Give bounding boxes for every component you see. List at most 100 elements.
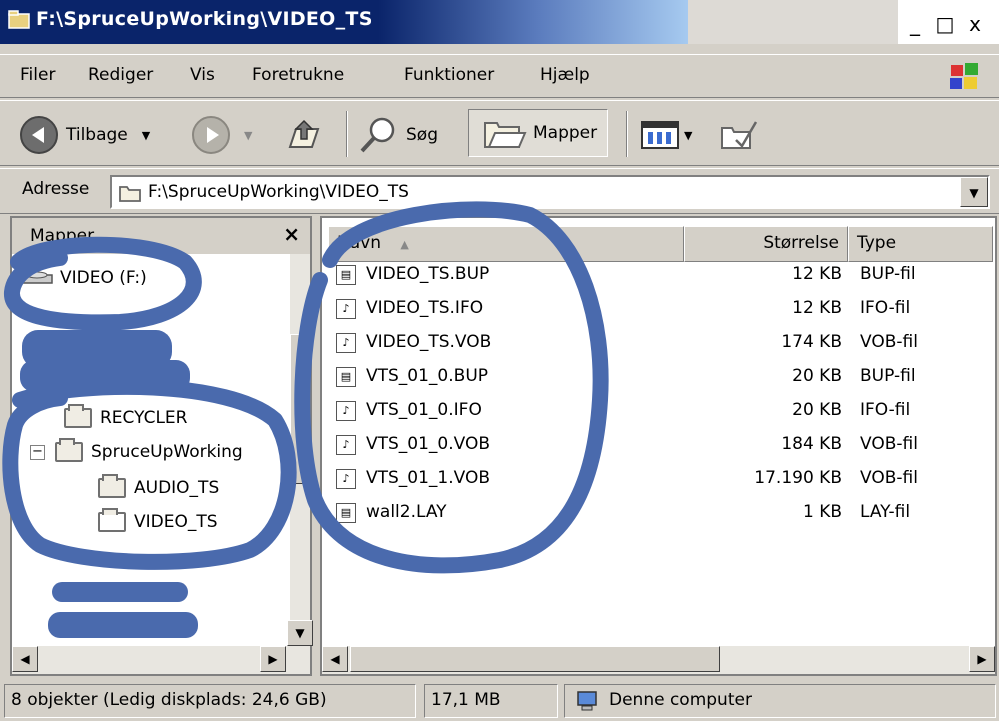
chevron-down-icon[interactable]: ▼ xyxy=(684,129,692,142)
windows-logo-icon xyxy=(950,63,978,89)
file-size: 12 KB xyxy=(792,264,842,284)
file-size: 184 KB xyxy=(781,434,842,454)
tree-item-label: AUDIO_TS xyxy=(134,478,220,498)
scrollbar-thumb[interactable] xyxy=(290,334,310,484)
folder-check-icon xyxy=(721,121,758,149)
file-row[interactable]: ♪ VTS_01_1.VOB 17.190 KB VOB-fil xyxy=(332,462,982,496)
file-type: BUP-fil xyxy=(860,264,916,284)
menu-funktioner[interactable]: Funktioner xyxy=(404,65,494,85)
folder-window-icon xyxy=(8,10,30,29)
folders-button[interactable]: Mapper xyxy=(468,109,609,157)
file-row[interactable]: ♪ VTS_01_0.IFO 20 KB IFO-fil xyxy=(332,394,982,428)
status-bar: 8 objekter (Ledig diskplads: 24,6 GB) 17… xyxy=(0,680,999,721)
toolbar-separator xyxy=(626,111,628,157)
tree-item-recycler[interactable]: RECYCLER xyxy=(64,404,187,428)
scroll-down-arrow[interactable]: ▼ xyxy=(287,620,313,646)
maximize-button[interactable]: □ xyxy=(931,12,961,36)
file-row[interactable]: ▤ wall2.LAY 1 KB LAY-fil xyxy=(332,496,982,530)
folders-pane-title: Mapper xyxy=(30,226,95,246)
window-title: F:\SpruceUpWorking\VIDEO_TS xyxy=(36,8,373,30)
collapse-toggle[interactable]: − xyxy=(30,444,45,460)
file-name: VIDEO_TS.VOB xyxy=(366,332,492,352)
folder-icon xyxy=(119,186,141,202)
media-file-icon: ♪ xyxy=(336,299,356,319)
close-pane-button[interactable]: × xyxy=(283,222,300,246)
file-type: VOB-fil xyxy=(860,468,918,488)
title-bar-inactive-area xyxy=(688,0,898,44)
chevron-down-icon[interactable]: ▼ xyxy=(142,129,150,142)
file-name: VIDEO_TS.BUP xyxy=(366,264,490,284)
file-type: VOB-fil xyxy=(860,434,918,454)
tree-item-video-drive[interactable]: VIDEO (F:) xyxy=(20,268,147,288)
views-icon xyxy=(641,121,679,149)
scroll-right-arrow[interactable]: ▶ xyxy=(260,646,286,672)
document-icon: ▤ xyxy=(336,367,356,387)
files-horizontal-scrollbar[interactable]: ◀ ▶ xyxy=(322,646,995,674)
tree-item-video-ts[interactable]: VIDEO_TS xyxy=(98,508,218,532)
file-type: LAY-fil xyxy=(860,502,911,522)
back-button[interactable]: Tilbage ▼ xyxy=(20,115,150,155)
search-icon xyxy=(360,117,395,153)
favorites-folder-button[interactable] xyxy=(718,115,758,155)
file-row[interactable]: ▤ VIDEO_TS.BUP 12 KB BUP-fil xyxy=(332,258,982,292)
scroll-right-arrow[interactable]: ▶ xyxy=(969,646,995,672)
column-header-type[interactable]: Type xyxy=(848,226,993,262)
media-file-icon: ♪ xyxy=(336,401,356,421)
address-label: Adresse xyxy=(22,179,90,199)
folders-horizontal-scrollbar[interactable]: ◀ ▶ xyxy=(12,646,310,674)
file-row[interactable]: ♪ VIDEO_TS.VOB 174 KB VOB-fil xyxy=(332,326,982,360)
file-row[interactable]: ♪ VTS_01_0.VOB 184 KB VOB-fil xyxy=(332,428,982,462)
title-bar: F:\SpruceUpWorking\VIDEO_TS _ □ x xyxy=(0,0,999,44)
search-button[interactable]: Søg xyxy=(358,115,438,155)
status-object-count: 8 objekter (Ledig diskplads: 24,6 GB) xyxy=(4,684,416,718)
status-zone: Denne computer xyxy=(564,684,996,718)
file-row[interactable]: ▤ VTS_01_0.BUP 20 KB BUP-fil xyxy=(332,360,982,394)
menu-hjaelp[interactable]: Hjælp xyxy=(540,65,590,85)
status-selection-size: 17,1 MB xyxy=(424,684,558,718)
cd-drive-icon xyxy=(21,271,53,284)
forward-button[interactable]: ▼ xyxy=(192,115,252,155)
tree-item-audio-ts[interactable]: AUDIO_TS xyxy=(98,474,220,498)
scrollbar-thumb[interactable] xyxy=(350,646,720,672)
folders-vertical-scrollbar[interactable]: ▼ xyxy=(287,254,313,674)
up-folder-icon xyxy=(288,119,320,148)
sort-ascending-icon: ▲ xyxy=(400,238,409,251)
file-name: VTS_01_1.VOB xyxy=(366,468,491,488)
scroll-left-arrow[interactable]: ◀ xyxy=(12,646,38,672)
address-dropdown-button[interactable]: ▼ xyxy=(960,177,988,207)
file-size: 1 KB xyxy=(802,502,842,522)
file-name: VTS_01_0.IFO xyxy=(366,400,482,420)
menu-rediger[interactable]: Rediger xyxy=(88,65,153,85)
menu-vis[interactable]: Vis xyxy=(190,65,215,85)
file-name: VTS_01_0.BUP xyxy=(366,366,489,386)
tree-item-spruceupworking[interactable]: − SpruceUpWorking xyxy=(30,438,243,462)
chevron-down-icon[interactable]: ▼ xyxy=(244,129,252,142)
close-button[interactable]: x xyxy=(961,12,991,36)
media-file-icon: ♪ xyxy=(336,435,356,455)
file-row[interactable]: ♪ VIDEO_TS.IFO 12 KB IFO-fil xyxy=(332,292,982,326)
tree-item-label: VIDEO (F:) xyxy=(60,268,147,288)
address-field[interactable]: F:\SpruceUpWorking\VIDEO_TS ▼ xyxy=(110,175,990,209)
folder-icon xyxy=(64,404,92,428)
file-list-pane: Navn ▲ Størrelse Type ▤ VIDEO_TS.BUP 12 KB… xyxy=(320,216,997,676)
back-label: Tilbage xyxy=(66,125,128,145)
menu-foretrukne[interactable]: Foretrukne xyxy=(252,65,344,85)
column-header-name[interactable]: Navn ▲ xyxy=(328,226,684,262)
file-size: 12 KB xyxy=(792,298,842,318)
file-size: 20 KB xyxy=(792,400,842,420)
menu-filer[interactable]: Filer xyxy=(20,65,55,85)
file-name: wall2.LAY xyxy=(366,502,447,522)
file-name: VTS_01_0.VOB xyxy=(366,434,491,454)
file-size: 17.190 KB xyxy=(754,468,842,488)
views-button[interactable]: ▼ xyxy=(640,115,692,155)
tree-item-label: SpruceUpWorking xyxy=(91,442,243,462)
folders-icon xyxy=(484,122,527,148)
folder-icon xyxy=(55,438,83,462)
column-header-size[interactable]: Størrelse xyxy=(684,226,848,262)
up-folder-button[interactable] xyxy=(286,115,322,155)
scroll-left-arrow[interactable]: ◀ xyxy=(322,646,348,672)
minimize-button[interactable]: _ xyxy=(901,12,931,36)
file-type: IFO-fil xyxy=(860,298,911,318)
search-label: Søg xyxy=(406,125,438,145)
menu-bar: Filer Rediger Vis Foretrukne Funktioner … xyxy=(0,54,999,98)
